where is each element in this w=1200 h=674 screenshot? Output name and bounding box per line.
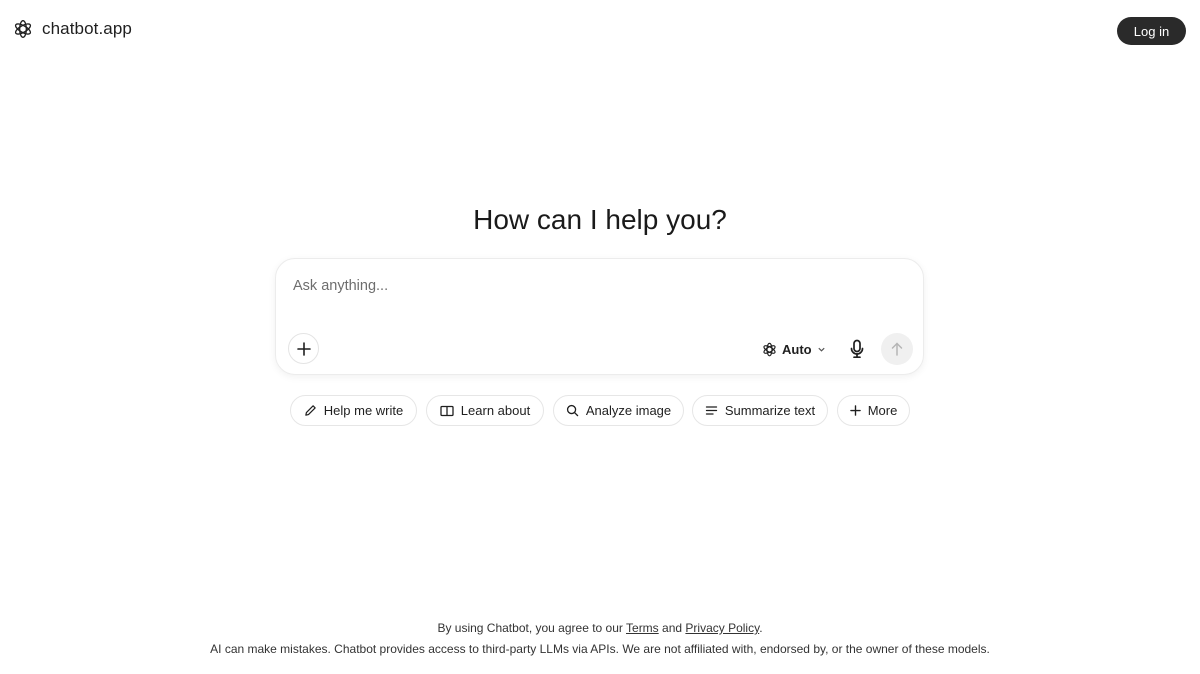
send-button[interactable]: [881, 333, 913, 365]
chip-label: Learn about: [460, 403, 531, 418]
chevron-down-icon: [817, 347, 825, 352]
search-icon: [566, 404, 579, 417]
footer: By using Chatbot, you agree to our Terms…: [0, 620, 1200, 658]
chip-label: Help me write: [323, 403, 404, 418]
page: chatbot.app Log in How can I help you? A…: [0, 0, 1200, 674]
terms-period: .: [759, 621, 763, 635]
model-label: Auto: [782, 341, 812, 357]
chip-analyze-image[interactable]: Analyze image: [553, 395, 684, 426]
chip-label: Summarize text: [724, 403, 816, 418]
attach-button[interactable]: [288, 333, 319, 364]
brand-link[interactable]: chatbot.app: [13, 19, 132, 39]
microphone-button[interactable]: [847, 338, 867, 360]
chatbot-logo-icon: [14, 20, 32, 38]
login-button[interactable]: Log in: [1117, 17, 1186, 45]
lines-icon: [705, 406, 717, 415]
brand-name: chatbot.app: [42, 19, 132, 38]
chip-summarize-text[interactable]: Summarize text: [692, 395, 828, 426]
chip-more[interactable]: More: [837, 395, 910, 426]
composer: Auto: [275, 258, 924, 375]
terms-prefix: By using Chatbot, you agree to our: [437, 621, 623, 635]
chatbot-logo-icon: [763, 342, 776, 356]
arrow-up-icon: [891, 342, 903, 356]
chip-help-me-write[interactable]: Help me write: [290, 395, 417, 426]
pencil-icon: [305, 405, 316, 416]
disclaimer: AI can make mistakes. Chatbot provides a…: [210, 642, 990, 656]
terms-link[interactable]: Terms: [626, 621, 659, 635]
terms-notice: By using Chatbot, you agree to our Terms…: [0, 620, 1200, 637]
prompt-input[interactable]: [293, 275, 893, 297]
chip-label: More: [867, 403, 898, 418]
chip-label: Analyze image: [585, 403, 672, 418]
plus-icon: [849, 405, 861, 416]
hero-title: How can I help you?: [473, 204, 727, 235]
chip-learn-about[interactable]: Learn about: [426, 395, 544, 426]
plus-icon: [296, 341, 311, 356]
terms-and: and: [662, 621, 683, 635]
privacy-policy-link[interactable]: Privacy Policy: [685, 621, 759, 635]
microphone-icon: [850, 339, 864, 359]
model-selector[interactable]: Auto: [762, 339, 826, 359]
suggestion-chips: Help me write Learn about Analyze image …: [0, 395, 1200, 427]
book-icon: [440, 405, 454, 416]
